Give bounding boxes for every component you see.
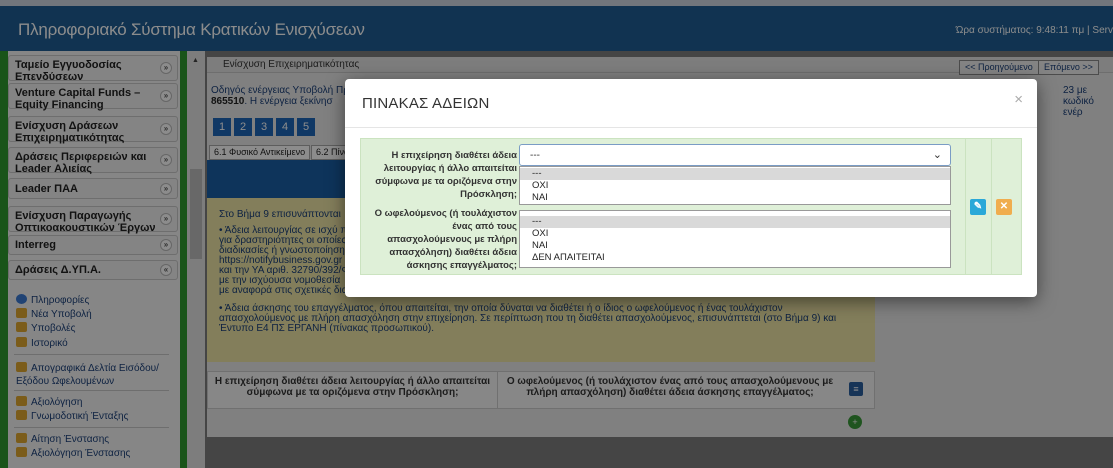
q1-option[interactable]: ΟΧΙ bbox=[520, 180, 950, 192]
q2-label: Ο ωφελούμενος (ή τουλάχιστον ένας από το… bbox=[374, 208, 517, 271]
q1-option[interactable]: --- bbox=[520, 168, 950, 180]
q1-select[interactable]: --- ⌄ bbox=[519, 144, 951, 166]
q1-label: Η επιχείρηση διαθέτει άδεια λειτουργίας … bbox=[375, 150, 517, 200]
q1-option[interactable]: ΝΑΙ bbox=[520, 192, 950, 204]
q1-dropdown-list: --- ΟΧΙ ΝΑΙ bbox=[519, 166, 951, 205]
q2-option[interactable]: ΟΧΙ bbox=[520, 228, 950, 240]
modal-title: ΠΙΝΑΚΑΣ ΑΔΕΙΩΝ bbox=[362, 95, 490, 112]
permits-form: Η επιχείρηση διαθέτει άδεια λειτουργίας … bbox=[360, 138, 1022, 275]
q2-dropdown-list[interactable]: --- ΟΧΙ ΝΑΙ ΔΕΝ ΑΠΑΙΤΕΙΤΑΙ bbox=[519, 210, 951, 268]
cancel-icon[interactable]: ✕ bbox=[996, 199, 1012, 215]
q2-option[interactable]: ΝΑΙ bbox=[520, 240, 950, 252]
form-column-divider bbox=[965, 139, 966, 274]
chevron-down-icon: ⌄ bbox=[932, 149, 942, 161]
form-column-divider bbox=[991, 139, 992, 274]
edit-icon[interactable]: ✎ bbox=[970, 199, 986, 215]
q2-option[interactable]: ΔΕΝ ΑΠΑΙΤΕΙΤΑΙ bbox=[520, 252, 950, 264]
q2-option[interactable]: --- bbox=[520, 216, 950, 228]
close-icon[interactable]: × bbox=[1014, 91, 1023, 108]
permits-modal: ΠΙΝΑΚΑΣ ΑΔΕΙΩΝ × Η επιχείρηση διαθέτει ά… bbox=[345, 79, 1037, 297]
modal-divider bbox=[345, 127, 1037, 128]
